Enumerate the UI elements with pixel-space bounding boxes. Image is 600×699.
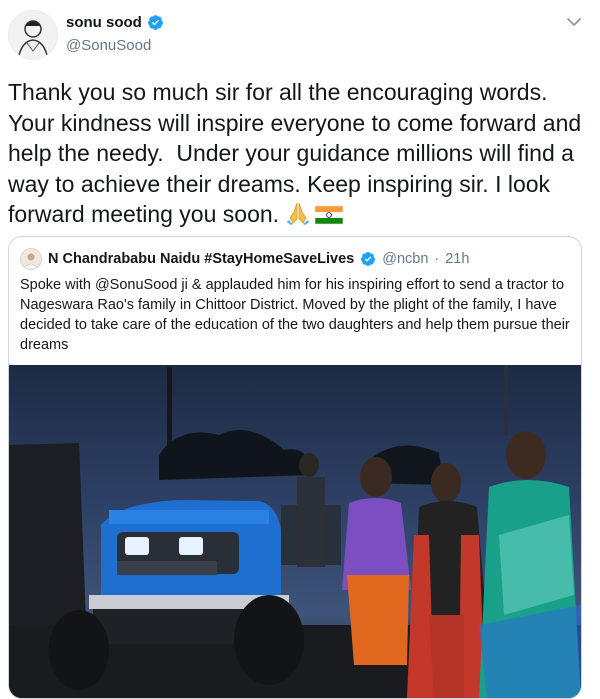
separator-dot: ·	[434, 251, 440, 267]
quoted-tweet-card[interactable]: N Chandrababu Naidu #StayHomeSaveLives @…	[8, 236, 582, 699]
display-name[interactable]: sonu sood	[66, 14, 142, 31]
quoted-handle[interactable]: @ncbn	[382, 251, 428, 267]
quoted-avatar	[20, 248, 42, 270]
tweet-body: Thank you so much sir for all the encour…	[8, 77, 593, 234]
video-frame-illustration	[9, 365, 581, 698]
quoted-timestamp[interactable]: 21h	[445, 251, 469, 267]
quoted-tweet-video[interactable]	[9, 365, 581, 698]
name-row: sonu sood	[66, 14, 164, 31]
verified-badge-icon	[360, 251, 376, 267]
quoted-tweet-header: N Chandrababu Naidu #StayHomeSaveLives @…	[20, 248, 469, 270]
verified-badge-icon	[147, 14, 164, 31]
folded-hands-emoji	[285, 200, 311, 234]
tweet-header: sonu sood @SonuSood	[0, 0, 600, 72]
avatar[interactable]	[8, 10, 58, 60]
quoted-display-name[interactable]: N Chandrababu Naidu #StayHomeSaveLives	[48, 251, 354, 267]
quoted-tweet-text: Spoke with @SonuSood ji & applauded him …	[20, 277, 570, 353]
handle[interactable]: @SonuSood	[66, 37, 151, 54]
india-flag-emoji	[315, 203, 344, 234]
chevron-down-icon[interactable]	[566, 14, 582, 30]
